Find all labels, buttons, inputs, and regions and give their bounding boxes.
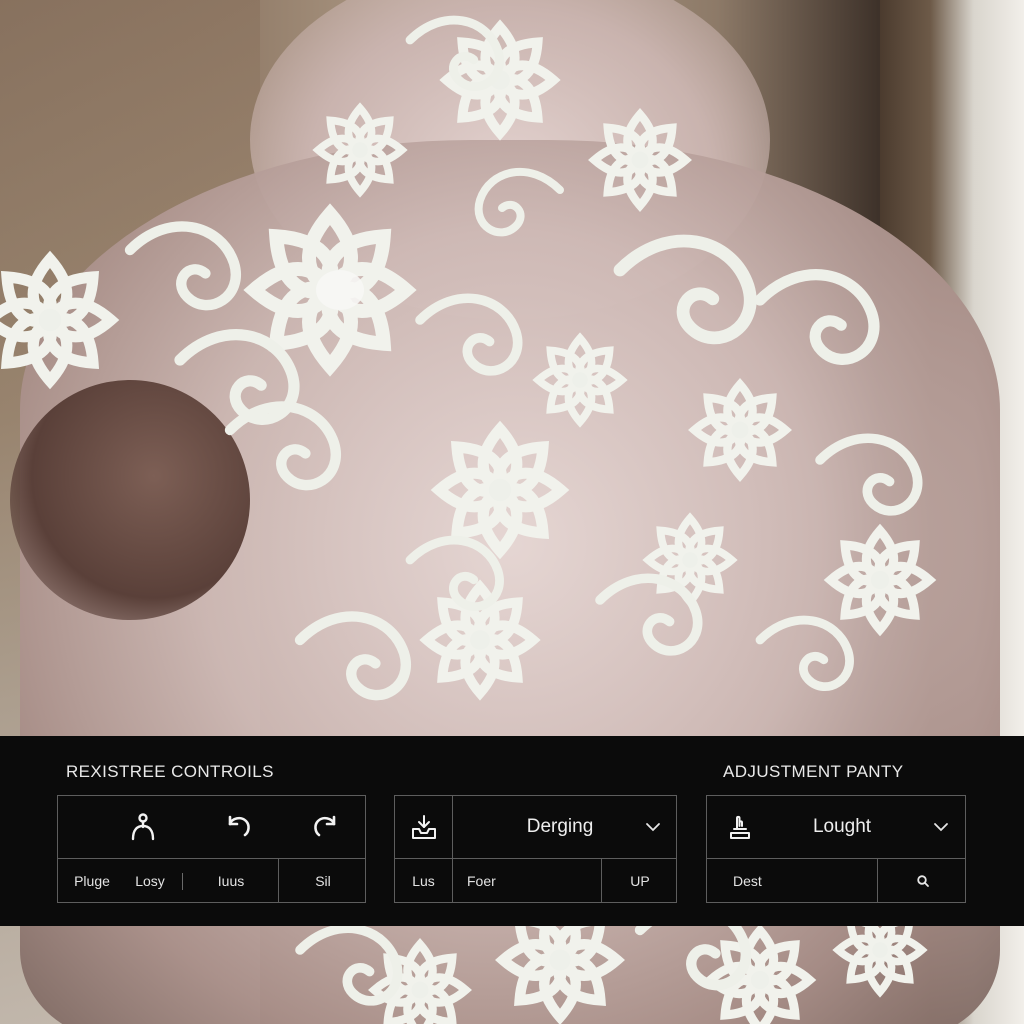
hook-person-button[interactable]	[113, 796, 173, 858]
pluge-label[interactable]: Pluge	[58, 859, 126, 903]
hand-touch-icon	[726, 813, 754, 841]
controls-label-row: Pluge Losy Iuus Sil	[58, 858, 365, 903]
controls-button-row	[58, 796, 365, 858]
redo-icon	[309, 810, 343, 844]
adjustment-panel: Lought Dest	[706, 795, 966, 903]
download-tray-icon	[410, 813, 438, 841]
hook-person-icon	[126, 810, 160, 844]
search-button[interactable]	[878, 859, 967, 903]
import-top-row: Derging	[395, 796, 676, 858]
undo-button[interactable]	[208, 796, 268, 858]
controls-section-title: REXISTREE CONTROILS	[66, 762, 274, 781]
lought-dropdown-value: Lought	[812, 816, 872, 837]
import-button[interactable]	[395, 796, 453, 858]
sil-label[interactable]: Sil	[279, 859, 367, 903]
search-icon	[916, 874, 930, 888]
iuus-label[interactable]: Iuus	[184, 859, 279, 903]
adjustment-top-row: Lought	[707, 796, 965, 858]
up-button[interactable]: UP	[602, 859, 678, 903]
dest-field[interactable]: Dest	[707, 859, 878, 903]
derging-dropdown-value: Derging	[526, 816, 594, 837]
lought-dropdown[interactable]: Lought	[757, 796, 927, 858]
lus-label[interactable]: Lus	[395, 859, 453, 903]
undo-icon	[221, 810, 255, 844]
adjustment-search-row: Dest	[707, 858, 965, 903]
chevron-down-icon	[933, 822, 949, 832]
lought-dropdown-toggle[interactable]	[923, 796, 959, 858]
derging-dropdown-toggle[interactable]	[635, 796, 671, 858]
controls-overlay-bar: REXISTREE CONTROILS ADJUSTMENT PANTY Plu…	[0, 736, 1024, 926]
label-separator	[182, 873, 183, 890]
import-label-row: Lus Foer UP	[395, 858, 676, 903]
losy-label[interactable]: Losy	[120, 859, 180, 903]
redo-button[interactable]	[296, 796, 356, 858]
adjustment-section-title: ADJUSTMENT PANTY	[723, 762, 904, 781]
controls-panel: Pluge Losy Iuus Sil	[57, 795, 366, 903]
chevron-down-icon	[645, 822, 661, 832]
import-panel: Derging Lus Foer UP	[394, 795, 677, 903]
foer-label[interactable]: Foer	[453, 859, 602, 903]
